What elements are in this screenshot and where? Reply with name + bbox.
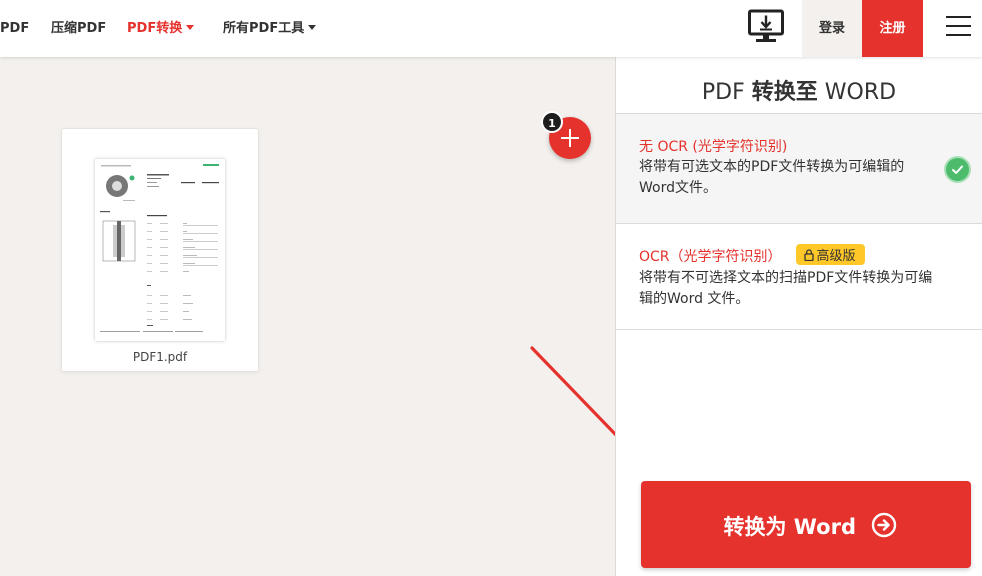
- signup-button[interactable]: 注册: [862, 0, 923, 57]
- option-no-ocr[interactable]: 无 OCR (光学字符识别) 将带有可选文本的PDF文件转换为可编辑的Word文…: [616, 113, 982, 223]
- option-description: 将带有可选文本的PDF文件转换为可编辑的Word文件。: [639, 159, 905, 196]
- premium-badge: 高级版: [795, 244, 865, 265]
- convert-to-word-button[interactable]: 转换为 Word: [641, 481, 971, 568]
- option-description: 将带有不可选择文本的扫描PDF文件转换为可编辑的Word 文件。: [639, 270, 933, 307]
- nav-item-convert-pdf[interactable]: PDF转换: [127, 0, 195, 57]
- option-title: 无 OCR (光学字符识别): [639, 139, 788, 155]
- nav-item-all-tools[interactable]: 所有PDF工具: [223, 0, 317, 57]
- option-title-row: OCR（光学字符识别） 高级版: [639, 244, 865, 266]
- premium-label: 高级版: [816, 249, 856, 264]
- nav-item-label: 所有PDF工具: [223, 21, 305, 36]
- caret-down-icon: [308, 25, 317, 30]
- nav-item-compress-pdf[interactable]: 压缩PDF: [51, 0, 106, 57]
- nav-item-pdf[interactable]: PDF: [0, 0, 29, 57]
- pdf-thumbnail: [95, 159, 225, 341]
- file-count-badge: 1: [541, 111, 563, 133]
- lock-icon: [803, 249, 814, 261]
- file-name: PDF1.pdf: [132, 350, 188, 364]
- file-card[interactable]: PDF1.pdf: [61, 128, 259, 372]
- caret-down-icon: [186, 25, 195, 30]
- convert-button-label: 转换为 Word: [723, 515, 856, 539]
- option-title: OCR（光学字符识别）: [639, 249, 782, 265]
- plus-icon-stroke: [569, 129, 571, 147]
- nav-item-label: PDF转换: [127, 21, 183, 36]
- check-icon: [944, 156, 971, 183]
- hamburger-menu-icon[interactable]: [946, 16, 971, 38]
- panel-title: PDF 转换至 WORD: [701, 80, 897, 105]
- desktop-download-icon[interactable]: [748, 9, 784, 45]
- top-header: PDF 压缩PDF PDF转换 所有PDF工具 登录 注册: [0, 0, 982, 57]
- login-button[interactable]: 登录: [802, 0, 862, 57]
- arrow-right-circle-icon: [871, 512, 897, 538]
- option-ocr[interactable]: OCR（光学字符识别） 高级版 将带有不可选择文本的扫描PDF文件转换为可编辑的W…: [616, 223, 982, 330]
